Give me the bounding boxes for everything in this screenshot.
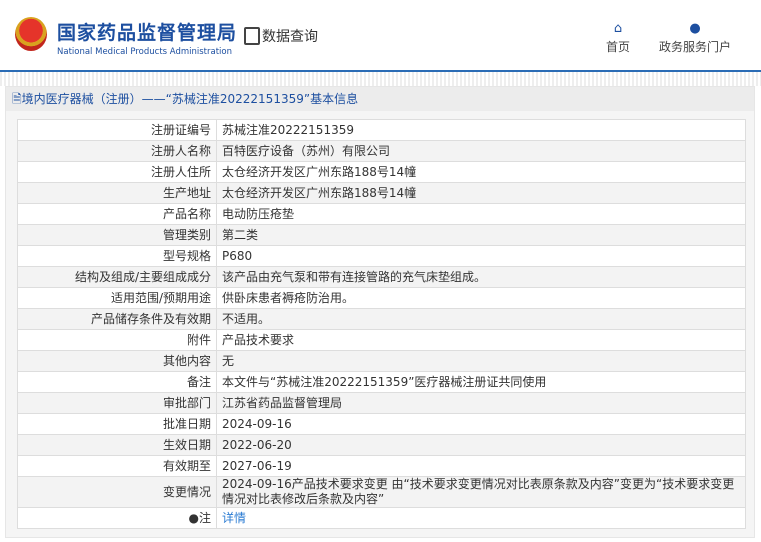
- field-label: 产品储存条件及有效期: [17, 308, 217, 330]
- table-row: 结构及组成/主要组成成分 该产品由充气泵和带有连接管路的充气床垫组成。: [17, 266, 746, 288]
- nav-gov-portal[interactable]: ● 政务服务门户: [659, 22, 731, 55]
- note-label: 注: [198, 510, 211, 525]
- field-label: 批准日期: [17, 413, 217, 435]
- nav-gov-portal-label: 政务服务门户: [659, 40, 732, 54]
- field-value: 本文件与“苏械注准20222151359”医疗器械注册证共同使用: [216, 371, 746, 393]
- table-row: 生产地址 太仓经济开发区广州东路188号14幢: [17, 182, 746, 204]
- note-value-cell: 详情: [216, 507, 746, 529]
- note-row: ●注 详情: [17, 507, 746, 529]
- national-emblem-logo: [15, 17, 47, 51]
- table-row: 变更情况 2024-09-16产品技术要求变更 由“技术要求变更情况对比表原条款及…: [17, 476, 746, 508]
- home-icon: ⌂: [613, 21, 623, 36]
- field-value: 该产品由充气泵和带有连接管路的充气床垫组成。: [216, 266, 746, 288]
- data-query-label: 数据查询: [262, 29, 318, 45]
- field-label: 产品名称: [17, 203, 217, 225]
- field-label: 型号规格: [17, 245, 217, 267]
- field-value: 无: [216, 350, 746, 372]
- field-value: 2024-09-16产品技术要求变更 由“技术要求变更情况对比表原条款及内容”变…: [216, 476, 746, 508]
- site-name-cn: 国家药品监督管理局: [57, 22, 238, 44]
- page-title: 🗎境内医疗器械（注册）——“苏械注准20222151359”基本信息: [6, 87, 754, 111]
- table-row: 审批部门 江苏省药品监督管理局: [17, 392, 746, 414]
- field-value: P680: [216, 245, 746, 267]
- document-icon: 🗎: [12, 92, 22, 106]
- nav-home-label: 首页: [606, 40, 631, 54]
- data-query-link[interactable]: 数据查询: [244, 26, 318, 46]
- field-value: 电动防压疮垫: [216, 203, 746, 225]
- field-value: 太仓经济开发区广州东路188号14幢: [216, 182, 746, 204]
- user-icon: ●: [689, 21, 701, 36]
- table-row: 管理类别 第二类: [17, 224, 746, 246]
- field-value: 太仓经济开发区广州东路188号14幢: [216, 161, 746, 183]
- field-label: 注册人名称: [17, 140, 217, 162]
- field-value: 不适用。: [216, 308, 746, 330]
- field-label: 注册证编号: [17, 119, 217, 141]
- nav-home[interactable]: ⌂ 首页: [606, 22, 630, 55]
- field-label: 生效日期: [17, 434, 217, 456]
- table-row: 注册人名称 百特医疗设备（苏州）有限公司: [17, 140, 746, 162]
- field-label: 审批部门: [17, 392, 217, 414]
- table-row: 其他内容无: [17, 350, 746, 372]
- field-label: 生产地址: [17, 182, 217, 204]
- table-row: 附件 产品技术要求: [17, 329, 746, 351]
- divider: [0, 72, 761, 86]
- field-value: 百特医疗设备（苏州）有限公司: [216, 140, 746, 162]
- lightbulb-icon: ●: [188, 510, 199, 525]
- table-row: 产品储存条件及有效期 不适用。: [17, 308, 746, 330]
- site-name-en: National Medical Products Administration: [57, 47, 232, 57]
- field-label: 结构及组成/主要组成成分: [17, 266, 217, 288]
- detail-panel: 🗎境内医疗器械（注册）——“苏械注准20222151359”基本信息 注册证编号…: [5, 86, 755, 538]
- site-header: 国家药品监督管理局 National Medical Products Admi…: [0, 0, 761, 72]
- field-label: 注册人住所: [17, 161, 217, 183]
- field-value: 第二类: [216, 224, 746, 246]
- table-row: 适用范围/预期用途 供卧床患者褥疮防治用。: [17, 287, 746, 309]
- table-row: 生效日期 2022-06-20: [17, 434, 746, 456]
- field-value: 2024-09-16: [216, 413, 746, 435]
- table-row: 注册证编号 苏械注准20222151359: [17, 119, 746, 141]
- field-value: 2027-06-19: [216, 455, 746, 477]
- field-label: 备注: [17, 371, 217, 393]
- table-row: 产品名称 电动防压疮垫: [17, 203, 746, 225]
- table-row: 注册人住所 太仓经济开发区广州东路188号14幢: [17, 161, 746, 183]
- field-value: 产品技术要求: [216, 329, 746, 351]
- field-value: 2022-06-20: [216, 434, 746, 456]
- details-link[interactable]: 详情: [222, 511, 246, 525]
- table-row: 批准日期 2024-09-16: [17, 413, 746, 435]
- field-value: 供卧床患者褥疮防治用。: [216, 287, 746, 309]
- field-label: 变更情况: [17, 476, 217, 508]
- field-value: 江苏省药品监督管理局: [216, 392, 746, 414]
- field-label: 有效期至: [17, 455, 217, 477]
- field-label: 管理类别: [17, 224, 217, 246]
- site-brand[interactable]: 国家药品监督管理局 National Medical Products Admi…: [57, 18, 237, 57]
- field-label: 其他内容: [17, 350, 217, 372]
- page-title-text: 境内医疗器械（注册）——“苏械注准20222151359”基本信息: [21, 92, 359, 106]
- note-label-cell: ●注: [17, 507, 217, 529]
- table-row: 备注 本文件与“苏械注准20222151359”医疗器械注册证共同使用: [17, 371, 746, 393]
- detail-table: 注册证编号 苏械注准20222151359 注册人名称 百特医疗设备（苏州）有限公司注…: [17, 119, 746, 529]
- table-row: 有效期至 2027-06-19: [17, 455, 746, 477]
- field-value: 苏械注准20222151359: [216, 119, 746, 141]
- table-row: 型号规格 P680: [17, 245, 746, 267]
- document-search-icon: [244, 27, 260, 45]
- field-label: 适用范围/预期用途: [17, 287, 217, 309]
- field-label: 附件: [17, 329, 217, 351]
